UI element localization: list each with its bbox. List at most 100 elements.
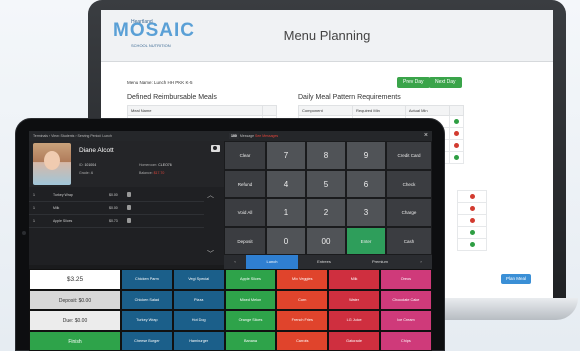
meals-header: Meal Name — [127, 105, 263, 116]
menu-tile-carrots[interactable]: Carrots — [276, 330, 329, 351]
menu-tile-hamburger[interactable]: Hamburger — [172, 330, 225, 351]
tab-lunch[interactable]: Lunch — [246, 255, 298, 269]
check-icon — [454, 154, 459, 160]
check-icon — [469, 229, 475, 235]
menu-tile-hot-dog[interactable]: Hot Dog — [172, 310, 225, 331]
key-00[interactable]: 00 — [306, 226, 346, 255]
trash-icon[interactable] — [127, 192, 131, 197]
menu-tile-water[interactable]: Water — [328, 289, 380, 310]
menu-tile-french-fries[interactable]: French Fries — [276, 310, 329, 331]
warning-icon — [469, 205, 475, 211]
menu-name: Menu Name: Lunch HH PKK K-5 — [127, 80, 193, 85]
prev-day-button[interactable]: Prev Day — [397, 77, 430, 88]
warning-icon — [469, 193, 475, 199]
key-enter[interactable]: Enter — [346, 226, 386, 255]
menu-tile-chicken-parm[interactable]: Chicken Parm — [121, 269, 173, 290]
menu-tile-apple-slices[interactable]: Apple Slices — [224, 269, 277, 290]
finish-button[interactable]: Finish — [29, 330, 121, 351]
key-clear[interactable]: Clear — [224, 141, 266, 170]
trash-icon[interactable] — [127, 218, 131, 223]
chevron-up-icon[interactable]: ︿ — [207, 190, 214, 200]
warning-icon — [469, 217, 475, 223]
student-panel: Diane Alcott ID: 101004 Grade: 4 Homeroo… — [29, 141, 224, 187]
message-count-badge: 100 — [229, 133, 239, 139]
menu-tile-oreos[interactable]: Oreos — [380, 269, 432, 290]
deposit-amount: Deposit: $0.00 — [29, 289, 121, 310]
student-name: Diane Alcott — [79, 147, 114, 154]
key-7[interactable]: 7 — [266, 141, 306, 170]
key-1[interactable]: 1 — [266, 198, 306, 227]
pos-topbar: Terminals › View: Students › Serving Per… — [29, 131, 432, 141]
pattern-title: Daily Meal Pattern Requirements — [298, 94, 401, 101]
student-homeroom: CLEO76 — [158, 163, 172, 167]
list-item[interactable]: 1 Milk $0.00 — [29, 202, 204, 215]
trash-icon[interactable] — [127, 205, 131, 210]
logo-pre: Heartland — [131, 19, 153, 25]
key-4[interactable]: 4 — [266, 169, 306, 198]
key-void-all[interactable]: Void All — [224, 198, 266, 227]
key-8[interactable]: 8 — [306, 141, 346, 170]
total-amount: $3.25 — [29, 269, 121, 290]
tab-entrees[interactable]: Entrees — [298, 255, 350, 269]
key-credit-card[interactable]: Credit Card — [386, 141, 432, 170]
key-check[interactable]: Check — [386, 169, 432, 198]
close-icon[interactable]: × — [424, 131, 428, 141]
breadcrumb[interactable]: Terminals › View: Students › Serving Per… — [33, 131, 112, 141]
col-header-component: Component — [297, 105, 354, 116]
lower-status-table — [457, 190, 487, 251]
menu-tile-cheese-burger[interactable]: Cheese Burger — [121, 330, 173, 351]
menu-tile-turkey-wrap[interactable]: Turkey Wrap — [121, 310, 173, 331]
camera-icon[interactable] — [211, 145, 220, 152]
key-2[interactable]: 2 — [306, 198, 346, 227]
pos-screen: Terminals › View: Students › Serving Per… — [29, 131, 432, 351]
list-item[interactable]: 1 Apple Slices $0.73 — [29, 215, 204, 228]
menu-tile-chicken-salad[interactable]: Chicken Salad — [121, 289, 173, 310]
key-6[interactable]: 6 — [346, 169, 386, 198]
student-balance: $17.70 — [153, 171, 165, 175]
check-icon — [454, 118, 459, 124]
menu-tile-gatorade[interactable]: Gatorade — [328, 330, 380, 351]
student-photo — [33, 143, 71, 185]
key-charge[interactable]: Charge — [386, 198, 432, 227]
menu-tile-vegi-special[interactable]: Vegi Special — [172, 269, 225, 290]
totals-panel: $3.25 Deposit: $0.00 Due: $0.00 Finish — [29, 269, 121, 351]
app-header: Heartland MOSAIC SCHOOL NUTRITION Menu P… — [101, 10, 553, 62]
menu-tile-lg-juice[interactable]: LG Juice — [328, 310, 380, 331]
menu-tile-banana[interactable]: Banana — [224, 330, 277, 351]
prev-category-icon[interactable]: ‹ — [224, 255, 246, 269]
next-day-button[interactable]: Next Day — [429, 77, 462, 88]
key-cash[interactable]: Cash — [386, 226, 432, 255]
student-id: 101004 — [84, 163, 97, 167]
key-3[interactable]: 3 — [346, 198, 386, 227]
plan-meal-button[interactable]: Plan Meal — [500, 274, 531, 284]
messages[interactable]: 100 Message See Messages — [229, 131, 278, 141]
menu-tile-corn[interactable]: Corn — [276, 289, 329, 310]
menu-tile-mix-veggies[interactable]: Mix Veggies — [276, 269, 329, 290]
page-title: Menu Planning — [283, 28, 371, 43]
list-item[interactable]: 1 Turkey Wrap $0.00 — [29, 189, 204, 202]
key-0[interactable]: 0 — [266, 226, 306, 255]
key-deposit[interactable]: Deposit — [224, 226, 266, 255]
warning-icon — [454, 142, 459, 148]
col-header-required: Required Min — [352, 105, 406, 116]
menu-tile-milk[interactable]: Milk — [328, 269, 380, 290]
key-5[interactable]: 5 — [306, 169, 346, 198]
menu-tile-mixed-melon[interactable]: Mixed Melon — [224, 289, 277, 310]
order-items: 1 Turkey Wrap $0.00 1 Milk $0.00 1 Apple Slic… — [29, 187, 224, 265]
menu-tile-orange-slices[interactable]: Orange Slices — [224, 310, 277, 331]
menu-tile-chocolate-cake[interactable]: Chocolate Cake — [380, 289, 432, 310]
col-header-actual: Actual Min — [404, 105, 451, 116]
menu-tile-pizza[interactable]: Pizza — [172, 289, 225, 310]
due-amount: Due: $0.00 — [29, 310, 121, 331]
next-category-icon[interactable]: › — [410, 255, 432, 269]
chevron-down-icon[interactable]: ﹀ — [207, 249, 214, 259]
warning-icon — [454, 130, 459, 136]
key-9[interactable]: 9 — [346, 141, 386, 170]
menu-tile-ice-cream[interactable]: Ice Cream — [380, 310, 432, 331]
check-icon — [469, 241, 475, 247]
menu-tile-chips[interactable]: Chips — [380, 330, 432, 351]
tablet-camera — [22, 231, 26, 235]
key-refund[interactable]: Refund — [224, 169, 266, 198]
keypad: Clear 7 8 9 Credit Card Refund 4 5 6 Check Void Al… — [224, 141, 432, 255]
tab-premium[interactable]: Premium — [350, 255, 410, 269]
